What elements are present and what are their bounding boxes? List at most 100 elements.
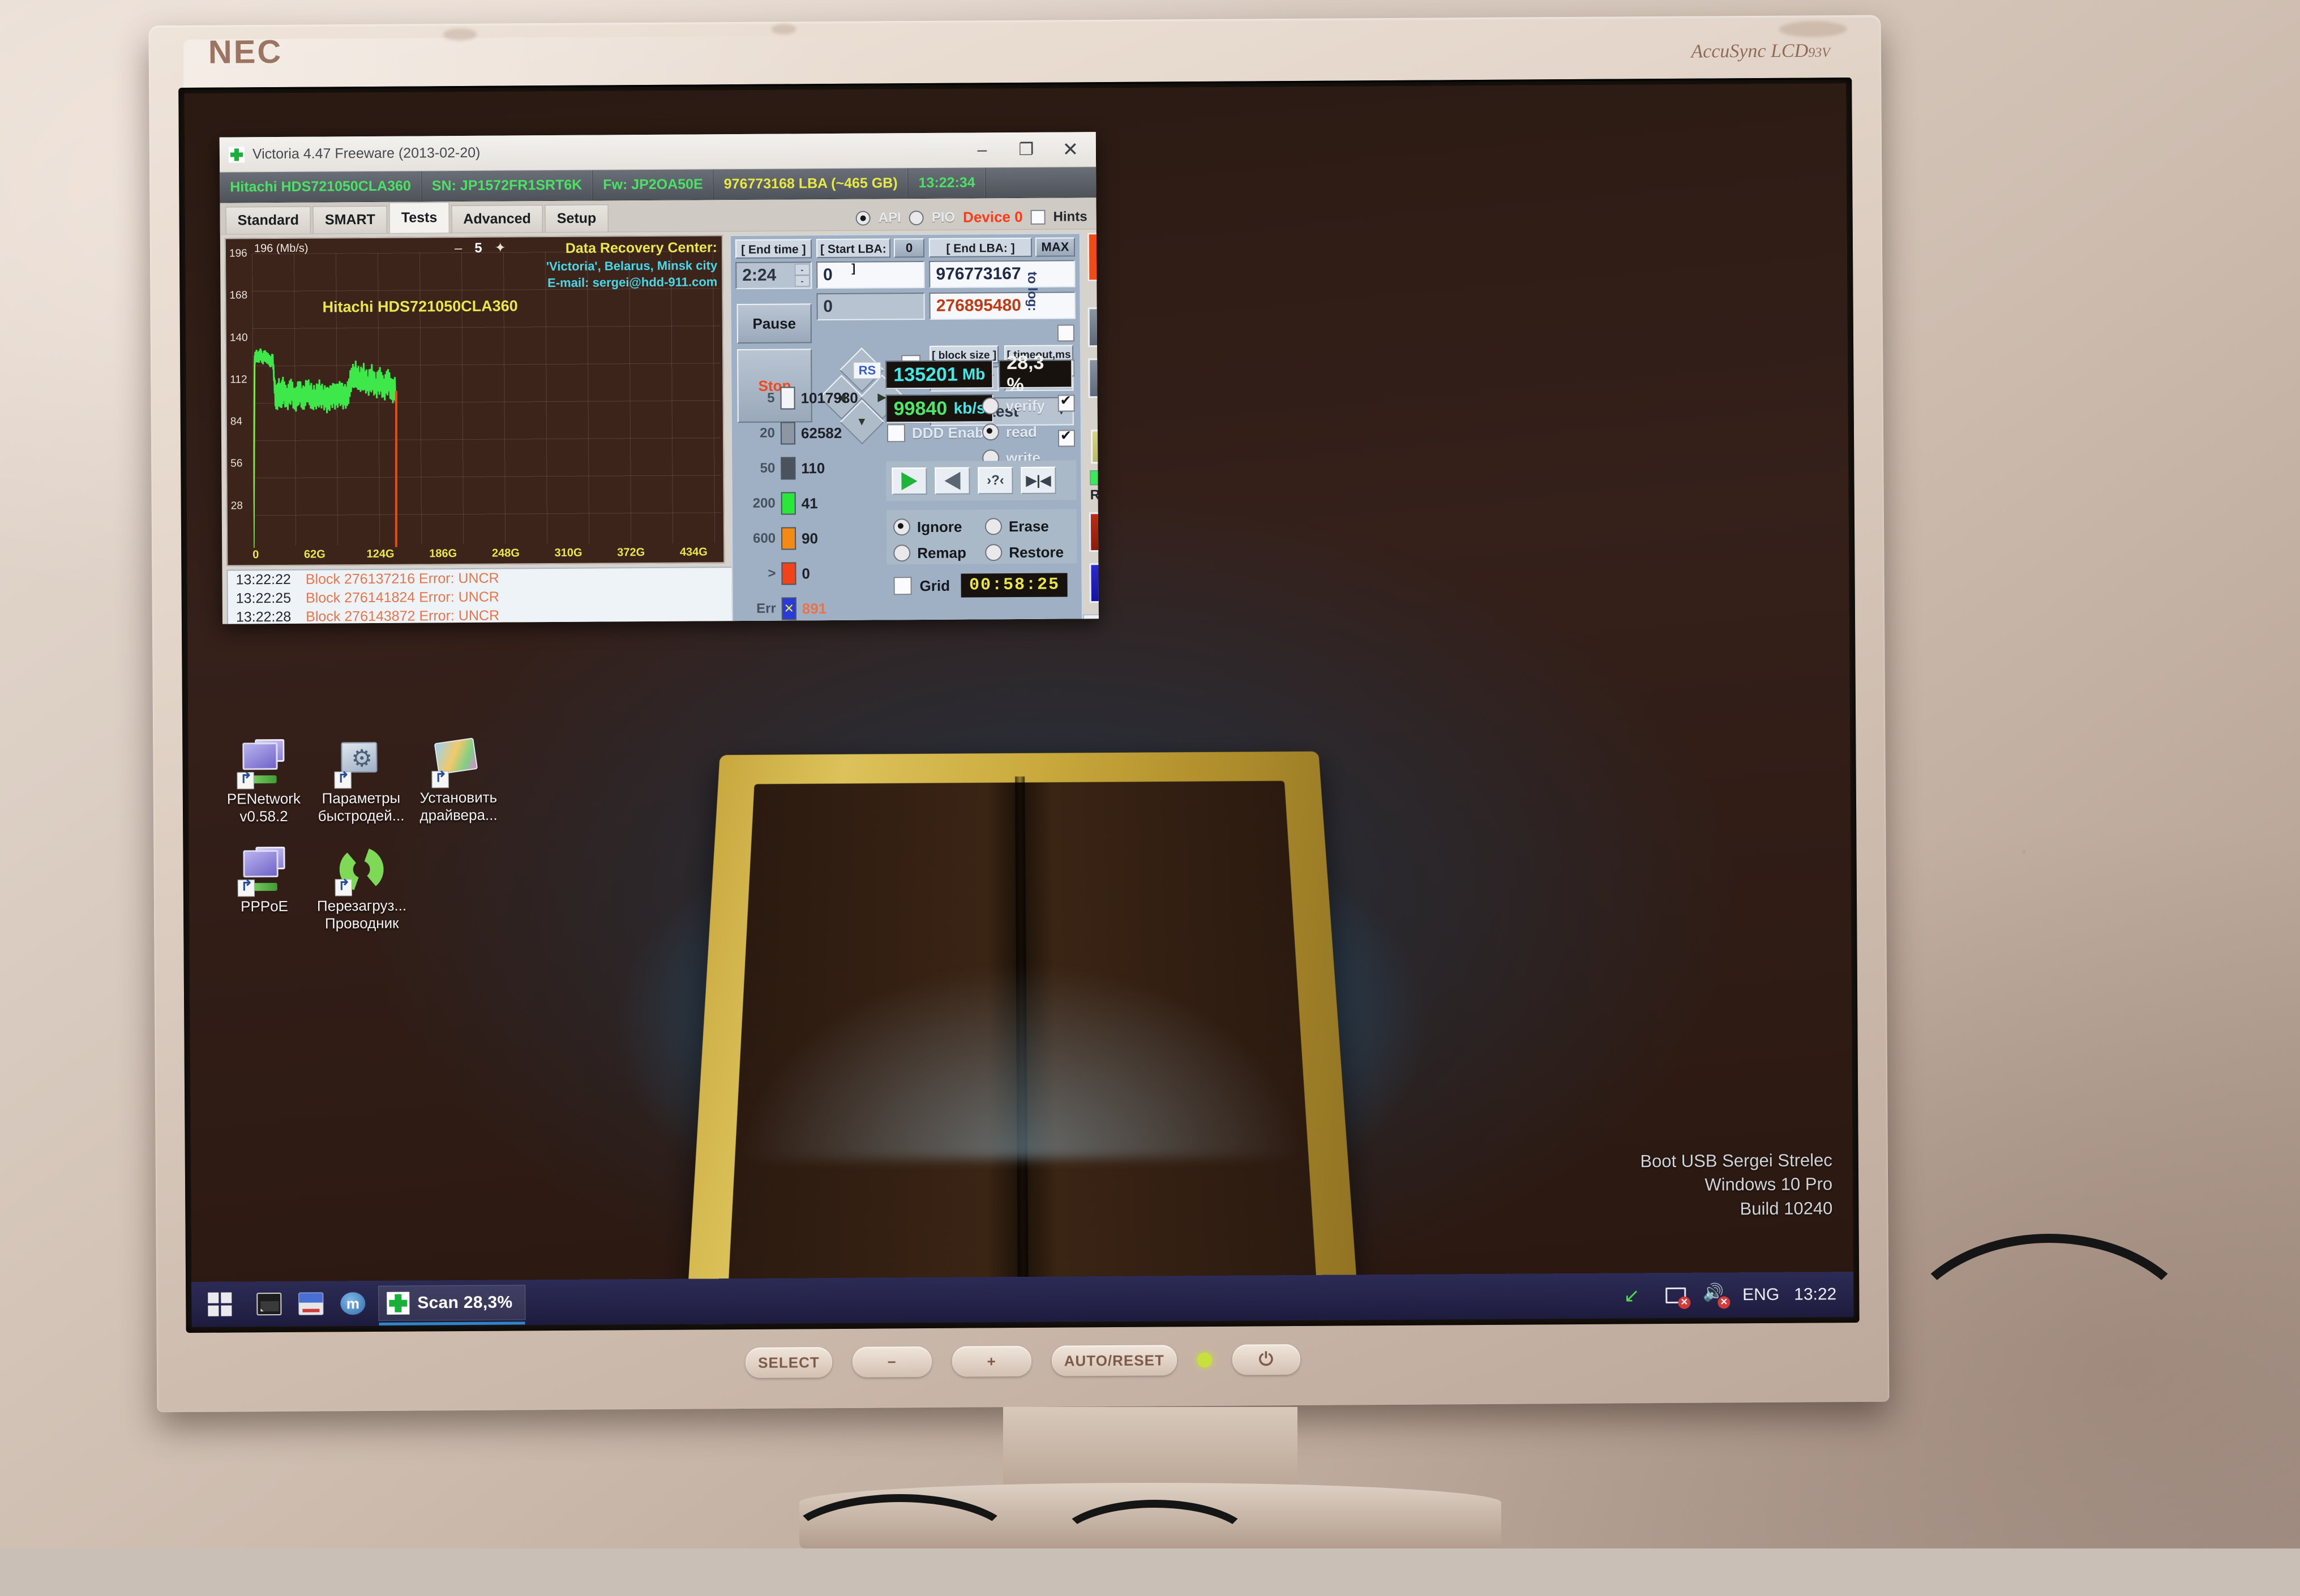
graph-series-line: [255, 347, 396, 414]
close-button[interactable]: ✕: [1048, 132, 1093, 166]
network-error-icon[interactable]: ✕: [1663, 1284, 1688, 1307]
error-badge: ✕: [1678, 1297, 1690, 1309]
stat-color-swatch: [780, 387, 795, 409]
graph-x-tick: 372G: [617, 546, 645, 559]
to-log-checkbox[interactable]: [1057, 324, 1074, 341]
start-button[interactable]: [191, 1281, 248, 1327]
radio-erase[interactable]: [985, 518, 1002, 535]
drive-info-strip: Hitachi HDS721050CLA360 SN: JP1572FR1SRT…: [220, 167, 1096, 203]
power-led-indicator: [1197, 1353, 1212, 1367]
action-restore[interactable]: Restore: [985, 540, 1077, 564]
maximize-button[interactable]: ❐: [1004, 132, 1048, 166]
desktop-icon-install-drivers[interactable]: Установить драйвера...: [393, 736, 524, 825]
start-lba-input[interactable]: 0: [816, 261, 925, 289]
bezel-smudge: [443, 28, 477, 41]
power-cable: [781, 1494, 1019, 1596]
victoria-window[interactable]: Victoria 4.47 Freeware (2013-02-20) – ❐ …: [220, 132, 1099, 624]
stat-row: 2062582: [738, 415, 884, 451]
restart-explorer-icon: [337, 845, 386, 894]
osd-power-button[interactable]: ⏻: [1232, 1344, 1300, 1375]
action-erase[interactable]: Erase: [985, 514, 1077, 538]
sound-checkbox[interactable]: [1089, 620, 1099, 624]
video-cable: [1053, 1500, 1257, 1590]
desktop[interactable]: Boot USB Sergei Strelec Windows 10 Pro B…: [184, 83, 1853, 1327]
safely-remove-icon[interactable]: ↙: [1624, 1284, 1648, 1307]
power-button[interactable]: Power: [1089, 563, 1099, 603]
tab-standard[interactable]: Standard: [226, 207, 311, 234]
shortcut-overlay-icon: [432, 771, 449, 788]
tab-tests[interactable]: Tests: [389, 202, 449, 233]
bezel-smudge: [1779, 21, 1847, 37]
minimize-button[interactable]: –: [960, 133, 1004, 167]
shortcut-overlay-icon: [335, 879, 352, 896]
grid-and-timer-row[interactable]: Grid 00:58:25: [886, 569, 1077, 602]
radio-remap[interactable]: [893, 544, 910, 561]
taskbar-icon-m[interactable]: m: [332, 1281, 374, 1326]
reverse-scan-button[interactable]: [935, 467, 970, 495]
graph-x-tick: 62G: [304, 548, 325, 561]
mode-radio-group[interactable]: verify read write: [982, 392, 1073, 471]
mode-verify[interactable]: verify: [982, 392, 1073, 419]
tab-smart[interactable]: SMART: [313, 206, 387, 234]
osd-auto-reset-button[interactable]: AUTO/RESET: [1052, 1345, 1177, 1376]
desktop-icon-restart-explorer[interactable]: Перезагруз... Проводник: [296, 844, 427, 933]
break-all-button[interactable]: Break All: [1087, 232, 1099, 281]
taskbar-task-victoria[interactable]: Scan 28,3%: [378, 1285, 525, 1321]
taskbar[interactable]: m Scan 28,3% ↙ ✕ ✕ ENG 13:22: [191, 1272, 1853, 1327]
grid-checkbox[interactable]: [894, 577, 912, 595]
stat-color-swatch: [781, 457, 795, 479]
radio-verify[interactable]: [982, 397, 999, 414]
recall-button[interactable]: Recall: [1088, 358, 1099, 398]
query-scan-button[interactable]: ›?‹: [978, 467, 1013, 494]
mode-read[interactable]: read: [982, 418, 1073, 445]
stat-color-swatch: [781, 562, 796, 585]
window-title-bar[interactable]: Victoria 4.47 Freeware (2013-02-20) – ❐ …: [220, 132, 1096, 172]
stat-color-swatch: [781, 527, 796, 550]
graph-plot: [252, 251, 723, 548]
radio-api[interactable]: [856, 211, 871, 225]
radio-ignore[interactable]: [893, 518, 910, 535]
defect-action-group[interactable]: Ignore Erase Remap: [886, 509, 1077, 564]
chart-icon: [256, 1293, 281, 1315]
hints-checkbox[interactable]: [1031, 209, 1046, 224]
end-time-spin-up[interactable]: -: [795, 264, 810, 275]
taskbar-task-label: Scan 28,3%: [417, 1293, 512, 1312]
taskbar-icon-chart[interactable]: [248, 1281, 290, 1327]
monitor-model-label: AccuSync LCD93V: [1691, 40, 1830, 62]
tab-advanced[interactable]: Advanced: [451, 205, 543, 233]
osd-minus-button[interactable]: −: [853, 1346, 932, 1378]
volume-muted-icon[interactable]: ✕: [1703, 1284, 1728, 1306]
speed-graph[interactable]: 196 (Mb/s) – 5 ✦ Data Recovery Center: '…: [225, 235, 725, 566]
rear-cable: [1891, 1234, 2208, 1471]
performance-settings-icon: [336, 737, 386, 787]
step-scan-button[interactable]: ▶|◀: [1021, 467, 1056, 494]
tab-bar[interactable]: Standard SMART Tests Advanced Setup API …: [220, 198, 1096, 234]
language-indicator[interactable]: ENG: [1742, 1285, 1779, 1305]
start-lba-zero-button[interactable]: 0: [894, 238, 924, 258]
ddd-enable-row[interactable]: DDD Enable: [887, 423, 996, 442]
clock[interactable]: 13:22: [1794, 1285, 1836, 1304]
start-scan-button[interactable]: [892, 467, 927, 495]
stat-threshold: 50: [744, 461, 775, 477]
radio-pio[interactable]: [909, 211, 924, 225]
end-time-spin-down[interactable]: -: [795, 275, 810, 286]
ddd-enable-checkbox[interactable]: [887, 424, 905, 442]
monitor-stand-neck: [1003, 1407, 1297, 1492]
stat-row: 51017930: [737, 380, 883, 416]
desktop-icon-label: Перезагруз...: [297, 896, 427, 915]
osd-plus-button[interactable]: +: [952, 1346, 1031, 1377]
sleep-button[interactable]: Sleep: [1088, 307, 1099, 347]
stat-threshold: Err: [746, 601, 776, 617]
osd-select-button[interactable]: SELECT: [746, 1347, 832, 1378]
action-ignore[interactable]: Ignore: [893, 515, 985, 538]
passport-button[interactable]: Passp: [1089, 512, 1099, 552]
screen: Boot USB Sergei Strelec Windows 10 Pro B…: [184, 83, 1853, 1327]
tab-setup[interactable]: Setup: [545, 204, 609, 232]
action-remap[interactable]: Remap: [893, 541, 985, 564]
rs-button[interactable]: RS: [854, 362, 881, 379]
radio-restore[interactable]: [985, 544, 1002, 561]
pause-button[interactable]: Pause: [737, 303, 812, 344]
taskbar-icon-disk[interactable]: [290, 1281, 332, 1326]
radio-read[interactable]: [982, 423, 999, 440]
transport-controls[interactable]: ›?‹ ▶|◀: [886, 460, 1076, 501]
